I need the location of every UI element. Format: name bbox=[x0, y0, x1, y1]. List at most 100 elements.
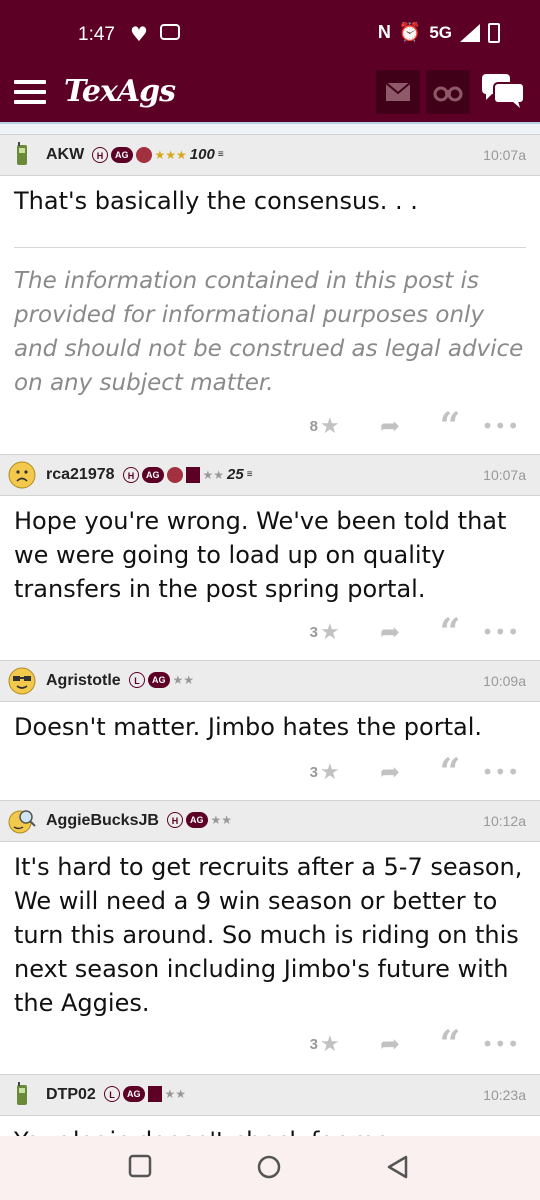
menu-icon[interactable] bbox=[14, 80, 46, 106]
badge-h: H bbox=[123, 466, 139, 483]
post-body: Hope you're wrong. We've been told that … bbox=[14, 507, 507, 603]
star-icon[interactable]: ★ bbox=[320, 414, 360, 439]
user-badges: H AG ★★★ 100 ≡ bbox=[92, 146, 224, 163]
post-actions: 3 ★ ➦ “ ••• bbox=[310, 614, 520, 650]
quote-icon[interactable]: “ bbox=[420, 408, 480, 444]
user-badges: H AG ★★ bbox=[167, 812, 232, 828]
app-bar: TexAgs bbox=[0, 68, 540, 122]
status-right-icons: N ⏰ 5G bbox=[378, 22, 500, 43]
user-badges: L AG ★★ bbox=[104, 1086, 186, 1102]
user-badges: H AG ★★ 25 ≡ bbox=[123, 466, 253, 483]
post-rca21978: rca21978 H AG ★★ 25 ≡ 10:07a Hope you're… bbox=[0, 454, 540, 660]
reply-icon[interactable]: ➦ bbox=[360, 758, 420, 786]
post-count: 25 bbox=[227, 466, 244, 483]
header-divider bbox=[0, 122, 540, 134]
star-icon[interactable]: ★ bbox=[320, 1032, 360, 1057]
post-header: AKW H AG ★★★ 100 ≡ 10:07a bbox=[0, 134, 540, 176]
post-time: 10:23a bbox=[483, 1087, 526, 1103]
star-icon[interactable]: ★ bbox=[320, 760, 360, 785]
badge-12-icon bbox=[147, 1086, 162, 1102]
rank-stars: ★★ bbox=[172, 673, 195, 687]
badge-h: H bbox=[167, 812, 183, 828]
home-icon[interactable] bbox=[256, 1154, 282, 1180]
post-body: It's hard to get recruits after a 5-7 se… bbox=[14, 853, 523, 1017]
quote-icon[interactable]: “ bbox=[420, 614, 480, 650]
more-icon[interactable]: ••• bbox=[480, 414, 520, 438]
post-agristotle: Agristotle L AG ★★ 10:09a Doesn't matter… bbox=[0, 660, 540, 800]
reply-icon[interactable]: ➦ bbox=[360, 1030, 420, 1058]
frown-face-icon bbox=[8, 461, 36, 489]
phone-icon bbox=[17, 1082, 27, 1105]
post-aggiebucksjb: AggieBucksJB H AG ★★ 10:12a It's hard to… bbox=[0, 800, 540, 1074]
nerd-face-icon bbox=[8, 667, 36, 695]
cast-icon bbox=[160, 24, 180, 40]
badge-h: H bbox=[92, 146, 108, 163]
like-count: 3 bbox=[309, 1035, 318, 1053]
badge-ag: AG bbox=[111, 146, 133, 163]
username[interactable]: DTP02 bbox=[46, 1086, 96, 1104]
star-icon[interactable]: ★ bbox=[320, 620, 360, 645]
count-bars-icon: ≡ bbox=[246, 469, 253, 480]
post-header: AggieBucksJB H AG ★★ 10:12a bbox=[0, 800, 540, 842]
mail-icon[interactable] bbox=[376, 70, 420, 114]
post-actions: 3 ★ ➦ “ ••• bbox=[309, 1026, 520, 1062]
post-akw: AKW H AG ★★★ 100 ≡ 10:07a That's basical… bbox=[0, 134, 540, 454]
username[interactable]: AggieBucksJB bbox=[46, 812, 159, 830]
badge-ag: AG bbox=[148, 672, 170, 688]
like-count: 3 bbox=[309, 763, 318, 781]
badge-ag: AG bbox=[186, 812, 208, 828]
rank-stars: ★★ bbox=[210, 813, 233, 827]
battery-icon bbox=[488, 22, 500, 43]
post-body: Doesn't matter. Jimbo hates the portal. bbox=[14, 713, 482, 741]
username[interactable]: AKW bbox=[46, 146, 84, 164]
post-time: 10:09a bbox=[483, 673, 526, 689]
back-icon[interactable] bbox=[386, 1154, 410, 1180]
status-time: 1:47 bbox=[78, 24, 115, 45]
post-actions: 8 ★ ➦ “ ••• bbox=[310, 408, 520, 444]
badge-l: L bbox=[104, 1086, 120, 1102]
status-bar: 1:47 ♥ N ⏰ 5G bbox=[0, 0, 540, 68]
post-actions: 3 ★ ➦ “ ••• bbox=[309, 754, 520, 790]
signature-divider bbox=[14, 247, 526, 248]
badge-ag: AG bbox=[123, 1086, 145, 1102]
badge-logo-icon bbox=[135, 146, 152, 163]
username[interactable]: rca21978 bbox=[46, 466, 115, 484]
magnifier-face-icon bbox=[8, 810, 36, 834]
more-icon[interactable]: ••• bbox=[480, 760, 520, 784]
more-icon[interactable]: ••• bbox=[480, 1032, 520, 1056]
reply-icon[interactable]: ➦ bbox=[360, 618, 420, 646]
quote-icon[interactable]: “ bbox=[420, 754, 480, 790]
post-time: 10:07a bbox=[483, 147, 526, 163]
post-body: Your logic doesn't check for me bbox=[14, 1124, 390, 1136]
recent-apps-icon[interactable] bbox=[128, 1154, 152, 1178]
post-time: 10:12a bbox=[483, 813, 526, 829]
post-time: 10:07a bbox=[483, 467, 526, 483]
signal-icon bbox=[460, 23, 480, 42]
heart-icon: ♥ bbox=[130, 22, 148, 46]
chat-icon[interactable] bbox=[482, 74, 525, 116]
texags-logo[interactable]: TexAgs bbox=[64, 74, 176, 109]
post-header: Agristotle L AG ★★ 10:09a bbox=[0, 660, 540, 702]
count-bars-icon: ≡ bbox=[217, 149, 224, 160]
network-label: 5G bbox=[429, 22, 452, 42]
badge-ag: AG bbox=[142, 466, 164, 483]
alarm-icon: ⏰ bbox=[398, 22, 422, 42]
quote-icon[interactable]: “ bbox=[420, 1026, 480, 1062]
post-count: 100 bbox=[189, 146, 215, 163]
binoculars-icon[interactable] bbox=[426, 70, 470, 114]
rank-stars: ★★★ bbox=[154, 147, 187, 162]
post-header: DTP02 L AG ★★ 10:23a bbox=[0, 1074, 540, 1116]
phone-icon bbox=[17, 142, 27, 165]
username[interactable]: Agristotle bbox=[46, 672, 121, 690]
rank-stars: ★★ bbox=[202, 467, 225, 482]
reply-icon[interactable]: ➦ bbox=[360, 412, 420, 440]
more-icon[interactable]: ••• bbox=[480, 620, 520, 644]
post-dtp02: DTP02 L AG ★★ 10:23a Your logic doesn't … bbox=[0, 1074, 540, 1136]
system-nav-bar bbox=[0, 1136, 540, 1200]
post-header: rca21978 H AG ★★ 25 ≡ 10:07a bbox=[0, 454, 540, 496]
badge-12-icon bbox=[185, 466, 200, 483]
post-body: That's basically the consensus. . . bbox=[14, 187, 418, 215]
badge-l: L bbox=[129, 672, 145, 688]
user-badges: L AG ★★ bbox=[129, 672, 194, 688]
rank-stars: ★★ bbox=[164, 1087, 187, 1101]
